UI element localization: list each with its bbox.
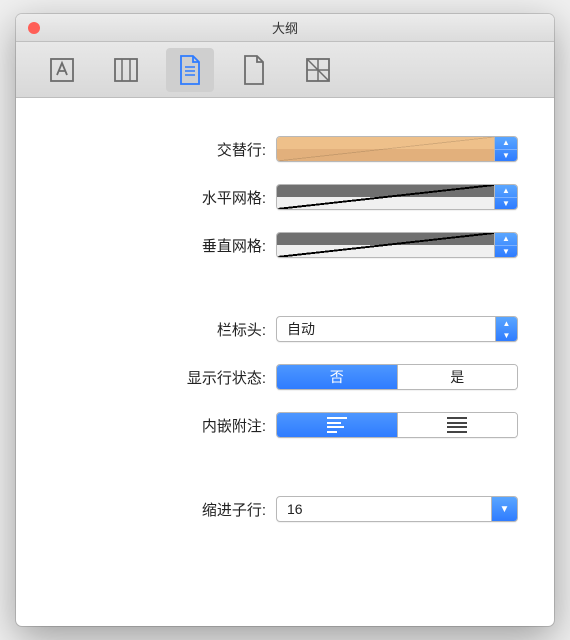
- label-show-row-status: 显示行状态:: [52, 367, 276, 388]
- chevron-down-icon: ▼: [502, 199, 510, 208]
- swatch-grey-v: [277, 233, 495, 257]
- seg-option-mixed-lines[interactable]: [277, 413, 398, 437]
- traffic-lights: [28, 22, 40, 34]
- select-value: 自动: [277, 319, 495, 339]
- window-title: 大纲: [272, 18, 298, 37]
- label-inline-notes: 内嵌附注:: [52, 415, 276, 436]
- columns-icon: [113, 57, 139, 83]
- color-stepper[interactable]: ▲ ▼: [495, 233, 517, 257]
- spacer: [52, 458, 518, 476]
- segmented-inline-notes: [276, 412, 518, 438]
- swatch-grey-h: [277, 185, 495, 209]
- select-arrow: ▲ ▼: [495, 317, 517, 341]
- label-vertical-grid: 垂直网格:: [52, 235, 276, 256]
- label-indent-child: 缩进子行:: [52, 499, 276, 520]
- inspector-window: 大纲: [16, 14, 554, 626]
- swatch-tan: [277, 137, 495, 161]
- tab-columns[interactable]: [102, 48, 150, 92]
- color-stepper[interactable]: ▲ ▼: [495, 137, 517, 161]
- mixed-lines-icon: [327, 417, 347, 433]
- label-horizontal-grid: 水平网格:: [52, 187, 276, 208]
- color-well-alternating[interactable]: ▲ ▼: [276, 136, 518, 162]
- chevron-up-icon: ▲: [502, 186, 510, 195]
- tab-diagonal[interactable]: [294, 48, 342, 92]
- text-style-icon: [49, 57, 75, 83]
- full-lines-icon: [447, 417, 467, 433]
- row-inline-notes: 内嵌附注:: [52, 410, 518, 440]
- row-alternating: 交替行: ▲ ▼: [52, 134, 518, 164]
- diagonal-icon: [305, 57, 331, 83]
- page-icon: [242, 55, 266, 85]
- row-column-header: 栏标头: 自动 ▲ ▼: [52, 314, 518, 344]
- spacer: [52, 278, 518, 296]
- titlebar[interactable]: 大纲: [16, 14, 554, 42]
- label-alternating-rows: 交替行:: [52, 139, 276, 160]
- row-indent-child: 缩进子行: 16 ▼: [52, 494, 518, 524]
- chevron-up-icon: ▲: [502, 234, 510, 243]
- document-icon: [178, 55, 202, 85]
- tab-page[interactable]: [230, 48, 278, 92]
- row-horizontal-grid: 水平网格: ▲ ▼: [52, 182, 518, 212]
- combo-value: 16: [277, 497, 491, 521]
- combo-indent-child[interactable]: 16 ▼: [276, 496, 518, 522]
- row-vertical-grid: 垂直网格: ▲ ▼: [52, 230, 518, 260]
- color-well-vertical[interactable]: ▲ ▼: [276, 232, 518, 258]
- seg-option-no[interactable]: 否: [277, 365, 398, 389]
- toolbar: [16, 42, 554, 98]
- label-column-header: 栏标头:: [52, 319, 276, 340]
- chevron-down-icon: ▼: [502, 151, 510, 160]
- combo-arrow: ▼: [491, 497, 517, 521]
- tab-document[interactable]: [166, 48, 214, 92]
- chevron-down-icon: ▼: [503, 331, 511, 340]
- chevron-down-icon: ▼: [502, 247, 510, 256]
- chevron-up-icon: ▲: [502, 138, 510, 147]
- seg-option-full-lines[interactable]: [398, 413, 518, 437]
- chevron-down-icon: ▼: [500, 504, 510, 515]
- chevron-up-icon: ▲: [503, 319, 511, 328]
- close-button[interactable]: [28, 22, 40, 34]
- row-show-status: 显示行状态: 否 是: [52, 362, 518, 392]
- tab-text[interactable]: [38, 48, 86, 92]
- seg-option-yes[interactable]: 是: [398, 365, 518, 389]
- form-content: 交替行: ▲ ▼ 水平网格: ▲ ▼: [16, 98, 554, 626]
- select-column-header[interactable]: 自动 ▲ ▼: [276, 316, 518, 342]
- color-well-horizontal[interactable]: ▲ ▼: [276, 184, 518, 210]
- segmented-show-row-status: 否 是: [276, 364, 518, 390]
- color-stepper[interactable]: ▲ ▼: [495, 185, 517, 209]
